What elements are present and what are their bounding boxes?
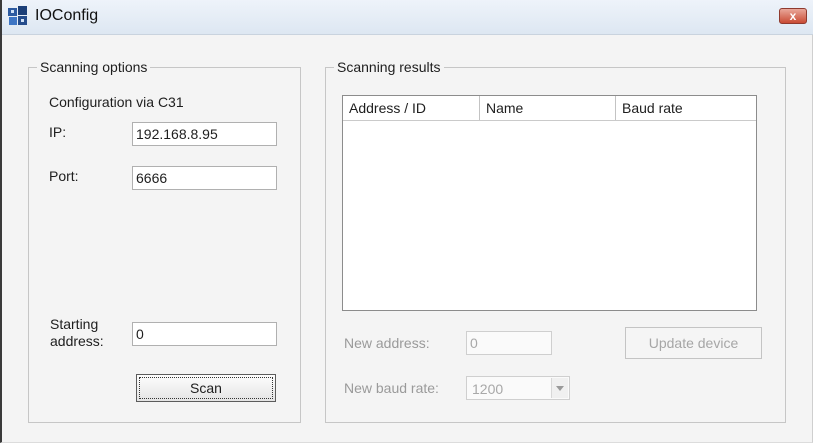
column-address-id[interactable]: Address / ID — [343, 96, 480, 120]
ip-field[interactable]: 192.168.8.95 — [132, 122, 277, 146]
starting-address-label-line1: Starting — [50, 316, 99, 332]
port-label: Port: — [49, 168, 79, 184]
starting-address-label: Starting address: — [50, 316, 104, 350]
baud-rate-select[interactable]: 1200 — [466, 376, 570, 400]
scanning-options-legend: Scanning options — [37, 59, 151, 75]
scanning-results-legend: Scanning results — [334, 59, 444, 75]
update-device-button[interactable]: Update device — [625, 327, 762, 359]
close-icon: x — [789, 9, 797, 23]
scan-results-list[interactable]: Address / ID Name Baud rate — [342, 95, 757, 311]
port-field[interactable]: 6666 — [132, 166, 277, 190]
column-baud-rate[interactable]: Baud rate — [616, 96, 756, 120]
chevron-down-icon[interactable] — [551, 378, 568, 398]
config-via-label: Configuration via C31 — [49, 94, 184, 110]
update-device-label: Update device — [648, 335, 739, 351]
ioconfig-window: IOConfig x Scanning options Configuratio… — [0, 0, 813, 443]
starting-address-field[interactable]: 0 — [132, 322, 277, 346]
scanning-options-group: Scanning options — [28, 59, 301, 423]
column-name[interactable]: Name — [480, 96, 616, 120]
starting-address-label-line2: address: — [50, 333, 104, 349]
title-bar[interactable]: IOConfig x — [2, 0, 813, 35]
new-address-label: New address: — [344, 335, 430, 351]
window-title: IOConfig — [35, 7, 99, 24]
new-address-field[interactable]: 0 — [466, 331, 552, 355]
baud-rate-value: 1200 — [472, 381, 504, 397]
list-header: Address / ID Name Baud rate — [343, 96, 756, 121]
close-button[interactable]: x — [779, 8, 807, 24]
scan-button[interactable]: Scan — [136, 374, 276, 402]
new-baud-rate-label: New baud rate: — [344, 380, 439, 396]
ip-label: IP: — [49, 124, 67, 140]
app-icon — [8, 6, 28, 26]
scan-button-label: Scan — [190, 380, 222, 396]
